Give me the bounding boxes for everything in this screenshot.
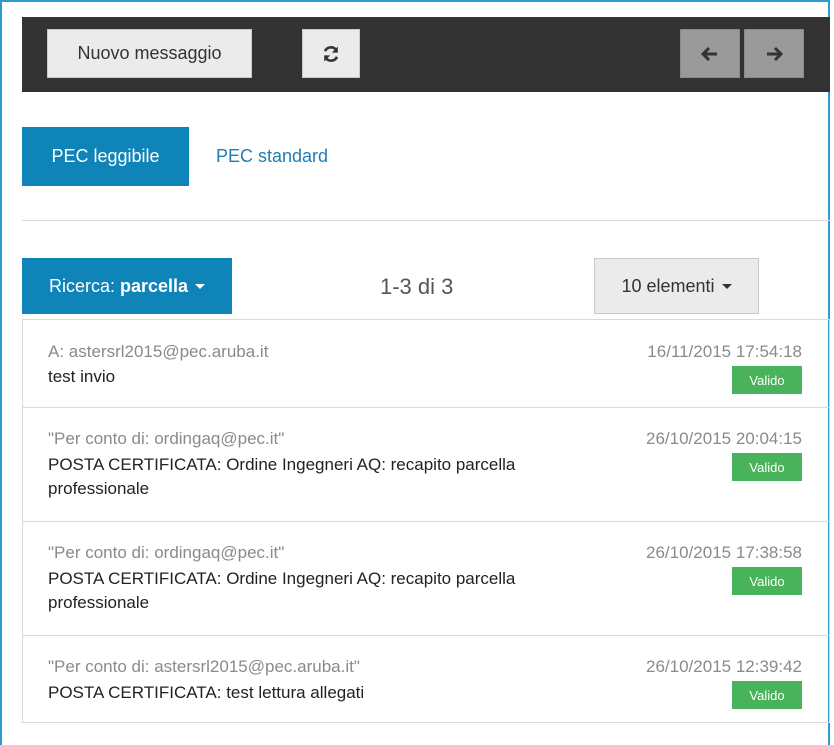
new-message-button[interactable]: Nuovo messaggio [47, 29, 252, 78]
per-page-label: 10 elementi [621, 275, 715, 296]
message-row[interactable]: "Per conto di: ordingaq@pec.it" POSTA CE… [23, 522, 829, 636]
message-date: 16/11/2015 17:54:18 [647, 342, 802, 361]
message-row[interactable]: A: astersrl2015@pec.aruba.it test invio … [23, 320, 829, 408]
refresh-button[interactable] [302, 29, 360, 78]
page-count: 1-3 di 3 [380, 274, 454, 299]
caret-down-icon [195, 283, 206, 289]
divider [22, 220, 830, 221]
arrow-right-icon [767, 46, 783, 61]
search-filter-button[interactable]: Ricerca: parcella [22, 258, 232, 314]
tab-pec-leggibile[interactable]: PEC leggibile [22, 127, 189, 186]
next-button[interactable] [744, 29, 804, 78]
status-badge: Valido [732, 567, 802, 595]
search-prefix: Ricerca: [48, 275, 115, 296]
status-badge: Valido [732, 366, 802, 394]
message-subject: test invio [48, 367, 116, 386]
previous-button[interactable] [680, 29, 740, 78]
message-row[interactable]: "Per conto di: ordingaq@pec.it" POSTA CE… [23, 408, 829, 522]
message-subject: POSTA CERTIFICATA: test lettura allegati [48, 683, 365, 702]
search-term: parcella [119, 275, 189, 296]
message-sender: "Per conto di: ordingaq@pec.it" [48, 429, 285, 448]
arrow-left-icon [701, 46, 717, 61]
message-date: 26/10/2015 17:38:58 [646, 543, 802, 562]
message-row[interactable]: "Per conto di: astersrl2015@pec.aruba.it… [23, 636, 829, 722]
caret-down-icon [721, 283, 732, 289]
status-badge: Valido [732, 681, 802, 709]
per-page-dropdown[interactable]: 10 elementi [594, 258, 759, 314]
tab-pec-standard[interactable]: PEC standard [216, 127, 328, 186]
status-badge: Valido [732, 453, 802, 481]
toolbar: Nuovo messaggio [22, 17, 830, 92]
refresh-icon [323, 45, 339, 62]
message-subject: POSTA CERTIFICATA: Ordine Ingegneri AQ: … [48, 569, 516, 612]
message-list: A: astersrl2015@pec.aruba.it test invio … [22, 319, 830, 723]
message-sender: "Per conto di: astersrl2015@pec.aruba.it… [48, 657, 360, 676]
message-sender: A: astersrl2015@pec.aruba.it [48, 342, 269, 361]
message-sender: "Per conto di: ordingaq@pec.it" [48, 543, 285, 562]
message-date: 26/10/2015 12:39:42 [646, 657, 802, 676]
message-subject: POSTA CERTIFICATA: Ordine Ingegneri AQ: … [48, 455, 516, 498]
message-date: 26/10/2015 20:04:15 [646, 429, 802, 448]
